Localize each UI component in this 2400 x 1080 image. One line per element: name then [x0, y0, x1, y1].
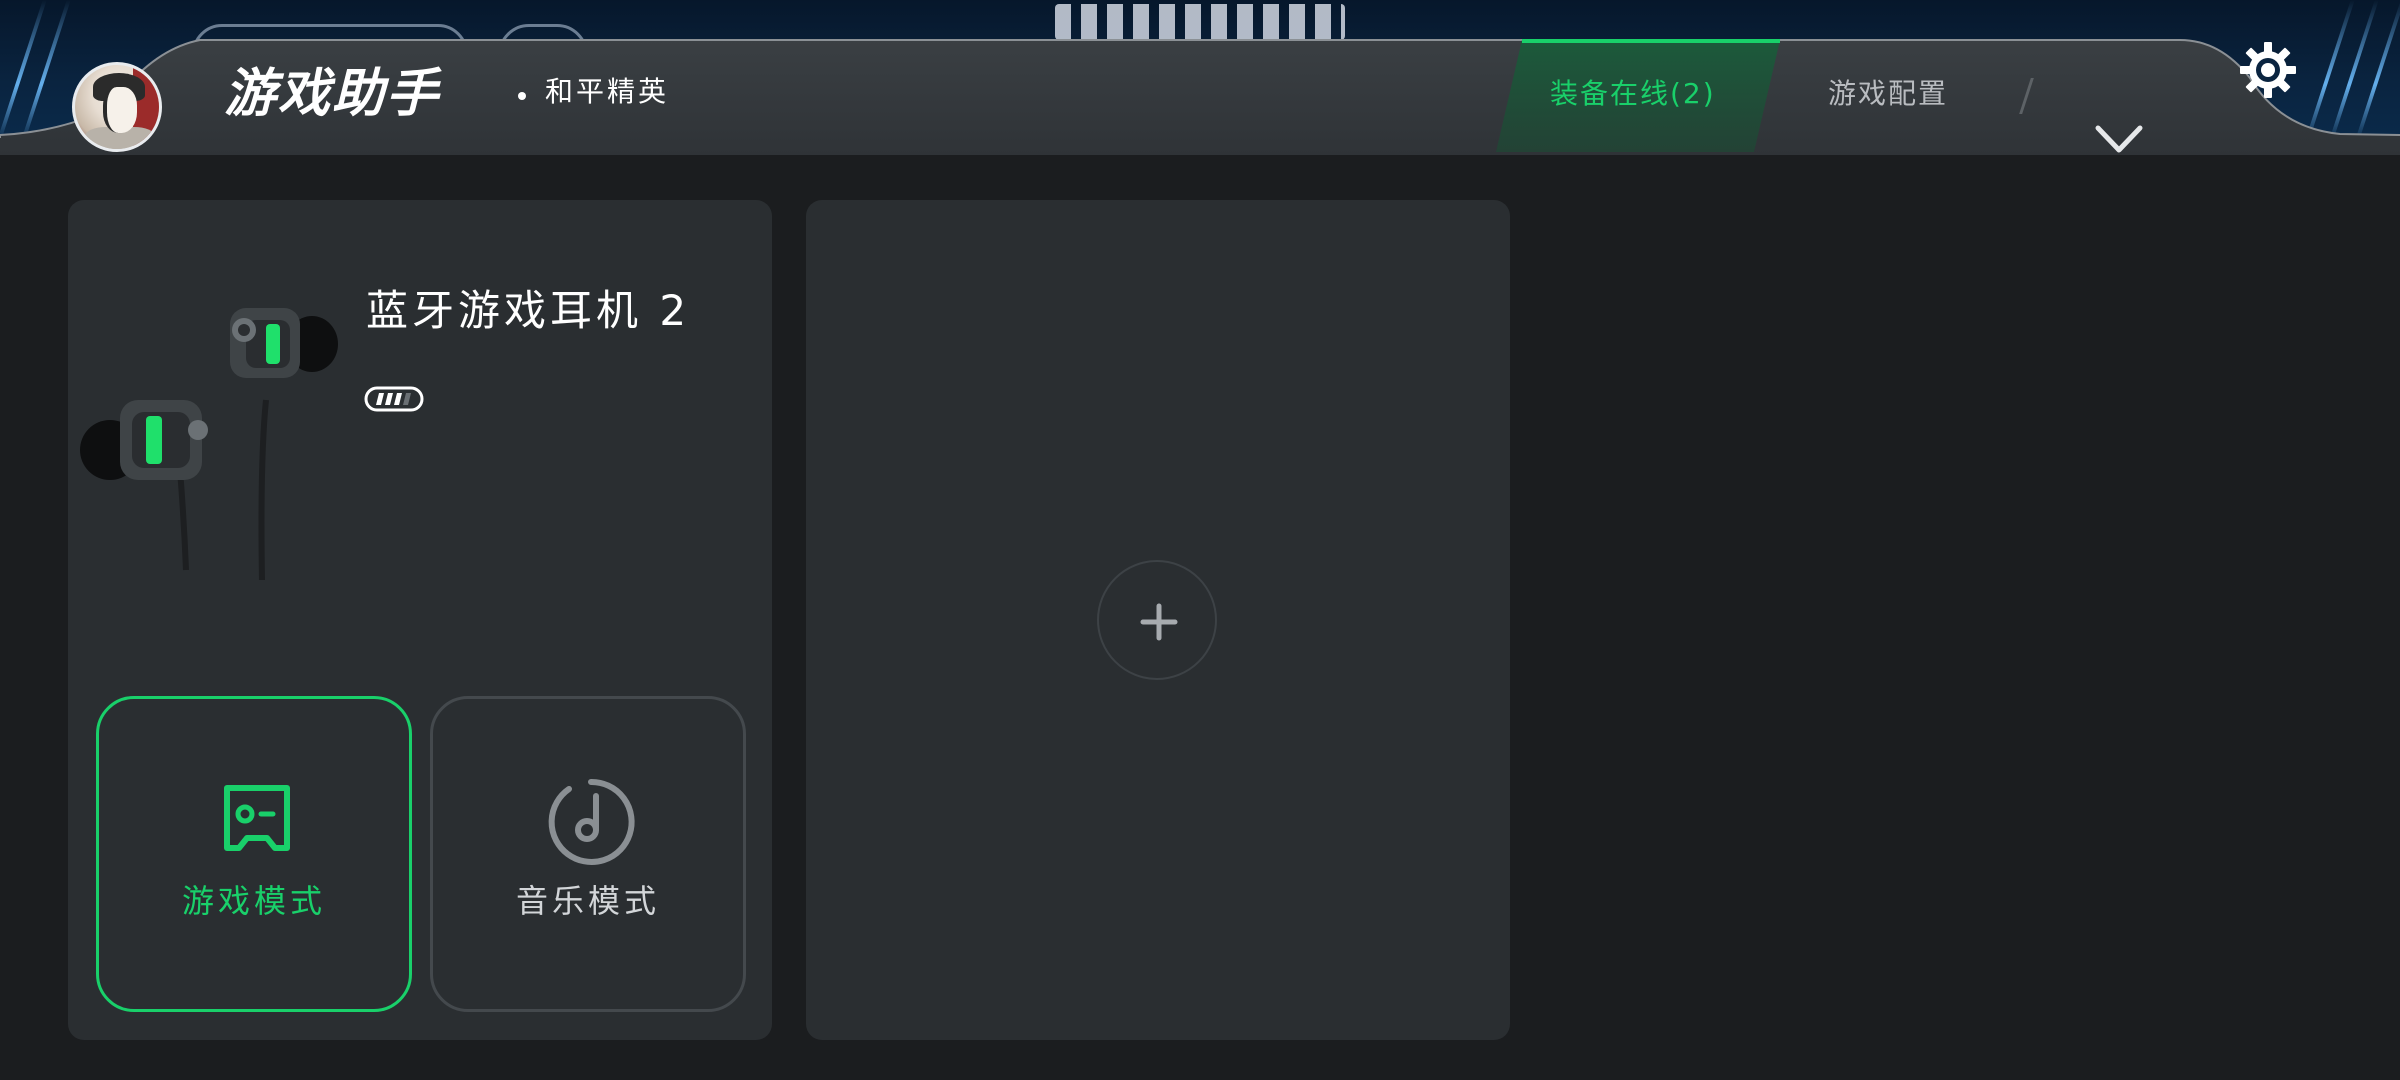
header: 游戏助手 和平精英 装备在线(2) 游戏配置 — [0, 38, 2400, 155]
gear-icon[interactable] — [2238, 40, 2298, 100]
device-name: 蓝牙游戏耳机 2 — [366, 286, 691, 335]
chevron-down-icon[interactable] — [2092, 120, 2146, 160]
tab-game-config[interactable]: 游戏配置 — [1828, 80, 1948, 108]
banner-title-shape — [1055, 4, 1345, 40]
battery-cell — [403, 393, 411, 405]
add-device-card[interactable] — [806, 200, 1510, 1040]
game-mode-button[interactable]: 游戏模式 — [96, 696, 412, 1012]
avatar[interactable] — [72, 62, 162, 152]
game-assistant-screen: 游戏助手 和平精英 装备在线(2) 游戏配置 蓝牙游戏耳机 2 游戏模式 音乐模… — [0, 0, 2400, 1080]
music-mode-label: 音乐模式 — [515, 882, 660, 920]
music-note-icon — [548, 778, 635, 865]
battery-cell — [376, 393, 384, 405]
battery-cell — [385, 393, 393, 405]
tab-equipment-online-label[interactable]: 装备在线(2) — [1550, 80, 1716, 108]
add-device-button[interactable] — [1097, 560, 1217, 680]
game-name: 和平精英 — [545, 75, 670, 108]
battery-cell — [394, 393, 402, 405]
battery-icon — [364, 386, 424, 412]
device-card: 蓝牙游戏耳机 2 游戏模式 音乐模式 — [68, 200, 772, 1040]
app-title: 游戏助手 — [224, 64, 441, 124]
separator-dot — [518, 92, 526, 100]
music-mode-button[interactable]: 音乐模式 — [430, 696, 746, 1012]
plus-icon — [1140, 603, 1178, 641]
gamepad-icon — [224, 785, 290, 851]
earbuds-image — [80, 308, 338, 580]
game-mode-label: 游戏模式 — [181, 882, 326, 920]
